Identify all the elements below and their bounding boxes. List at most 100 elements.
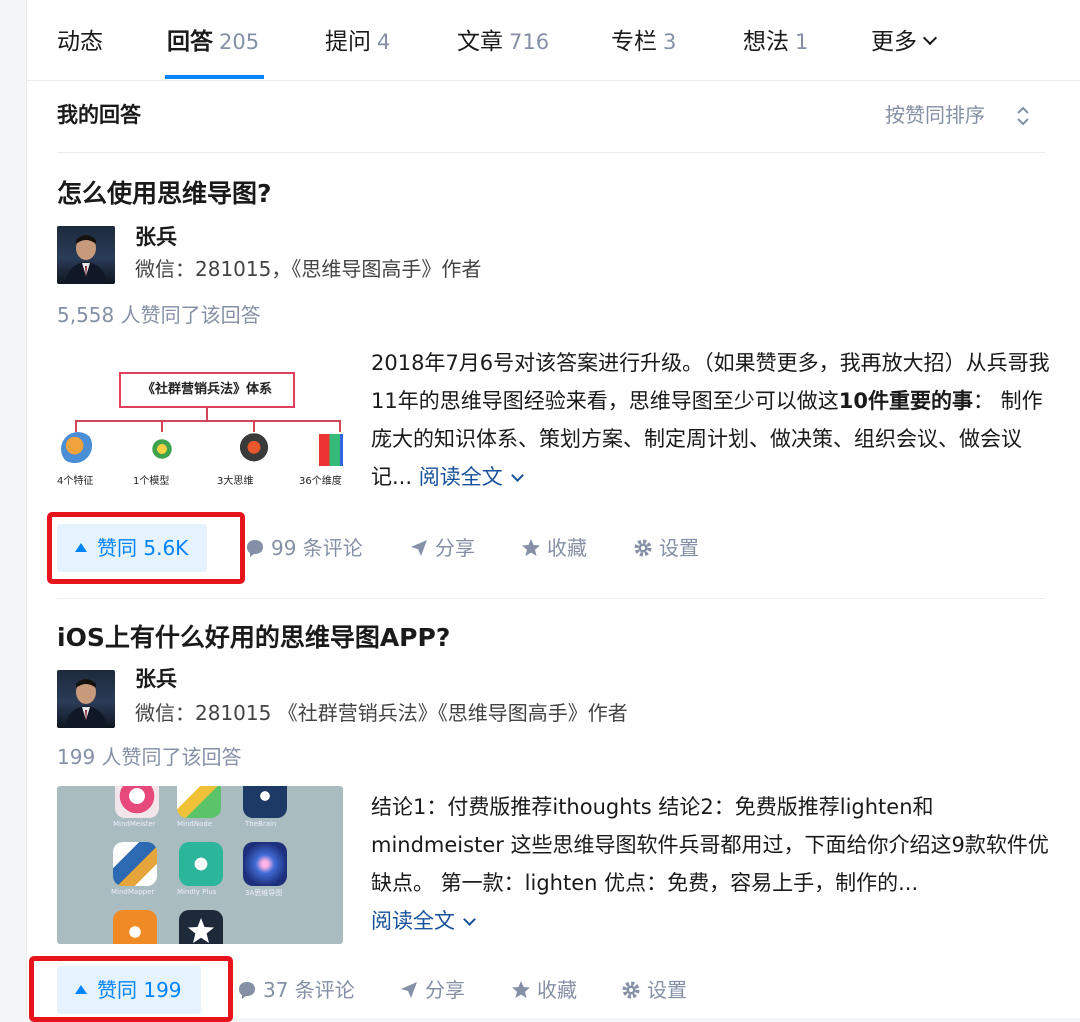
gear-icon [634, 539, 652, 557]
tab-count: 3 [663, 30, 677, 54]
tab-count: 4 [377, 30, 391, 54]
comment-button[interactable]: 99 条评论 [245, 524, 363, 572]
sort-dropdown[interactable]: 按赞同排序 [885, 100, 985, 130]
brain-head-icon [237, 432, 271, 466]
app-label: Mindly Plus [177, 888, 217, 896]
mindmap-connector [161, 420, 163, 432]
favorite-label: 收藏 [547, 536, 587, 560]
favorite-label: 收藏 [537, 978, 577, 1002]
mindmap-connector [206, 408, 208, 420]
mindmap-connector [75, 420, 77, 432]
app-icons-image: MindMeister MindNode TheBrain MindMapper… [57, 786, 343, 944]
avatar[interactable] [57, 670, 115, 728]
tab-more[interactable]: 更多 [871, 26, 938, 62]
author-photo [65, 235, 107, 284]
mindmap-image: 《社群营销兵法》体系 4个特征 1个模型 3大思维 36个维度 [57, 344, 343, 502]
orange-app-icon [113, 910, 157, 944]
mindmap-label: 4个特征 [57, 476, 94, 487]
tab-label: 动态 [57, 29, 103, 55]
app-label: 3A思维导图 [245, 889, 283, 897]
read-more-label: 阅读全文 [371, 909, 455, 933]
paper-plane-icon [401, 982, 417, 998]
settings-label: 设置 [659, 536, 699, 560]
tab-count: 1 [795, 30, 809, 54]
share-button[interactable]: 分享 [409, 524, 475, 572]
sort-toggle-icon[interactable] [1015, 104, 1031, 128]
active-tab-indicator [165, 75, 264, 79]
app-label: MindMapper [111, 888, 155, 896]
question-title-link[interactable]: 怎么使用思维导图? [57, 176, 272, 212]
tab-label: 专栏 [611, 29, 657, 55]
author-name[interactable]: 张兵 [135, 222, 177, 252]
chevron-down-icon [463, 913, 476, 926]
author-description: 微信：281015，《思维导图高手》作者 [135, 257, 482, 281]
star-icon [512, 981, 530, 998]
mindmap-connector [339, 420, 341, 432]
mindmapper-app-icon [113, 842, 157, 886]
tab-label: 想法 [743, 29, 789, 55]
favorite-button[interactable]: 收藏 [521, 524, 587, 572]
profile-content-card: 动态 回答 205 提问 4 文章 716 专栏 3 想法 1 更多 我的回答 按赞同排序… [26, 0, 1080, 1022]
divider [57, 598, 1045, 599]
tab-count: 716 [509, 30, 550, 54]
share-label: 分享 [435, 536, 475, 560]
chevron-down-icon [922, 30, 938, 46]
share-button[interactable]: 分享 [399, 966, 465, 1014]
tab-answers[interactable]: 回答 205 [167, 26, 259, 62]
share-label: 分享 [425, 978, 465, 1002]
comment-icon [239, 982, 255, 999]
answer-thumbnail[interactable]: MindMeister MindNode TheBrain MindMapper… [57, 786, 343, 944]
app-label: MindNode [177, 820, 213, 828]
answer-thumbnail[interactable]: 《社群营销兵法》体系 4个特征 1个模型 3大思维 36个维度 [57, 344, 343, 502]
gears-icon [61, 432, 95, 466]
read-more-link[interactable]: 阅读全文 [371, 909, 476, 933]
settings-button[interactable]: 设置 [633, 524, 699, 572]
comment-label: 99 条评论 [271, 536, 363, 560]
thebrain-app-icon [243, 786, 287, 818]
author-description: 微信：281015 《社群营销兵法》《思维导图高手》作者 [135, 701, 628, 725]
app-label: MindMeister [113, 820, 156, 828]
rubiks-cube-icon [319, 434, 343, 466]
favorite-button[interactable]: 收藏 [511, 966, 577, 1014]
answer-excerpt[interactable]: 2018年7月6号对该答案进行升级。（如果赞更多，我再放大招）从兵哥我11年的思… [371, 344, 1051, 496]
question-title-link[interactable]: iOS上有什么好用的思维导图APP? [57, 620, 450, 656]
gear-icon [622, 981, 640, 999]
section-title: 我的回答 [57, 103, 141, 127]
tab-columns[interactable]: 专栏 3 [611, 26, 676, 62]
mindnode-app-icon [177, 786, 221, 818]
mindmap-label: 1个模型 [133, 476, 170, 487]
tab-questions[interactable]: 提问 4 [325, 26, 390, 62]
comment-label: 37 条评论 [263, 978, 355, 1002]
comment-icon [247, 540, 263, 557]
author-name[interactable]: 张兵 [135, 664, 177, 694]
mindmap-connector [253, 420, 255, 432]
vote-count-text: 199 人赞同了该回答 [57, 745, 242, 769]
divider [57, 152, 1045, 153]
star-app-icon [179, 910, 223, 944]
mindmap-label: 3大思维 [217, 476, 254, 487]
star-icon [188, 918, 214, 943]
tab-label: 提问 [325, 29, 371, 55]
atom-icon [145, 432, 179, 466]
read-more-link[interactable]: 阅读全文 [418, 465, 524, 489]
settings-label: 设置 [647, 978, 687, 1002]
tab-activity[interactable]: 动态 [57, 26, 103, 62]
tab-label: 更多 [871, 29, 917, 55]
highlight-box [29, 956, 233, 1022]
avatar[interactable] [57, 226, 115, 284]
answer-excerpt[interactable]: 结论1：付费版推荐ithoughts 结论2：免费版推荐lighten和mind… [371, 788, 1051, 940]
profile-tabs: 动态 回答 205 提问 4 文章 716 专栏 3 想法 1 更多 [27, 0, 1080, 81]
vote-count-text: 5,558 人赞同了该回答 [57, 303, 261, 327]
tab-count: 205 [219, 30, 260, 54]
mindmap-connector [75, 420, 341, 422]
highlight-box [47, 512, 245, 584]
tab-label: 文章 [457, 29, 503, 55]
tab-thoughts[interactable]: 想法 1 [743, 26, 808, 62]
read-more-label: 阅读全文 [418, 465, 503, 489]
comment-button[interactable]: 37 条评论 [237, 966, 355, 1014]
settings-button[interactable]: 设置 [621, 966, 687, 1014]
3a-mindmap-app-icon [243, 842, 287, 886]
author-photo [65, 679, 107, 728]
app-label: TheBrain [245, 820, 277, 828]
tab-articles[interactable]: 文章 716 [457, 26, 549, 62]
